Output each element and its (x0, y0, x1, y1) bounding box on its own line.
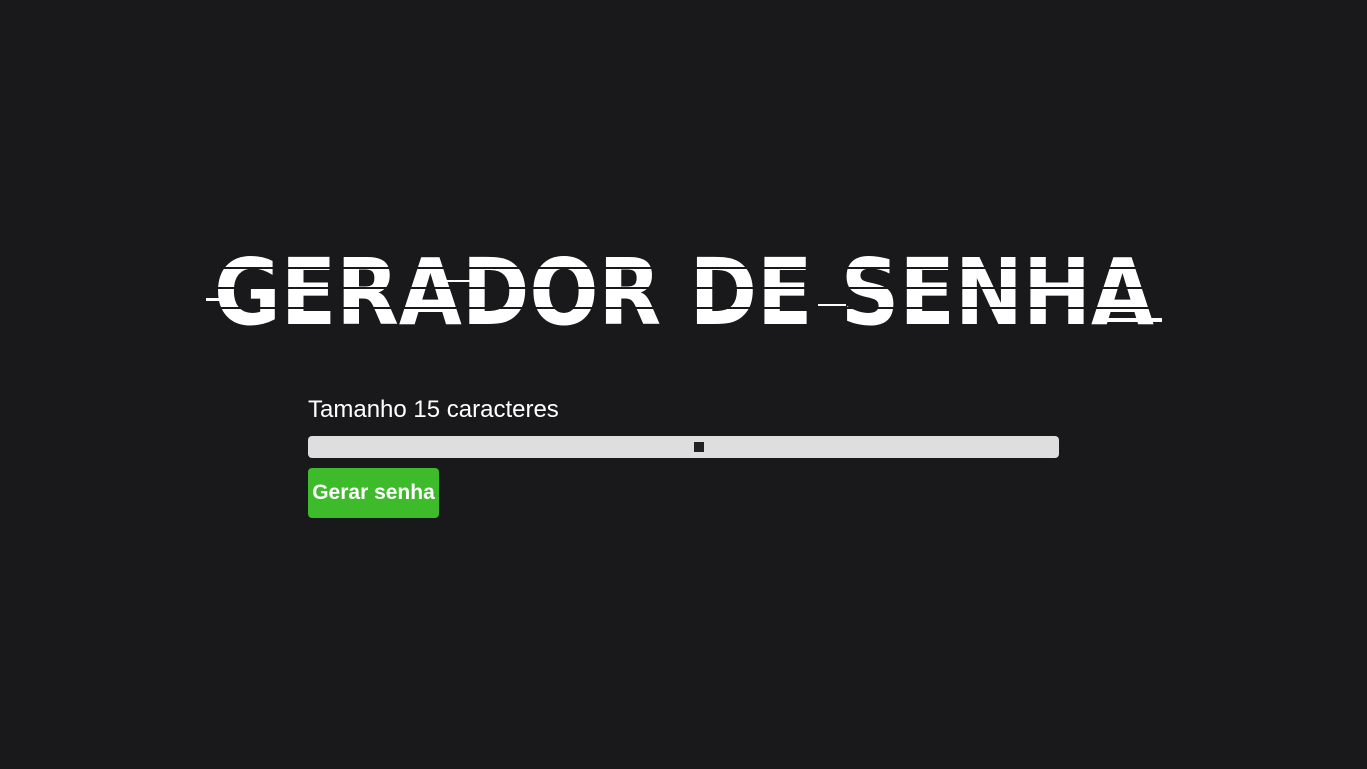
page-title: GERADOR DE SENHA (206, 246, 1162, 332)
slider-thumb[interactable] (693, 442, 704, 452)
password-size-slider[interactable] (308, 436, 1059, 458)
generate-password-button[interactable]: Gerar senha (308, 468, 439, 518)
password-size-label: Tamanho 15 caracteres (308, 396, 559, 423)
password-generator-page: GERADOR DE SENHA Tamanho 15 caracteres G… (0, 0, 1367, 769)
glitch-title-logo: GERADOR DE SENHA (206, 246, 1162, 332)
generator-controls: Tamanho 15 caracteres Gerar senha (308, 394, 1059, 518)
